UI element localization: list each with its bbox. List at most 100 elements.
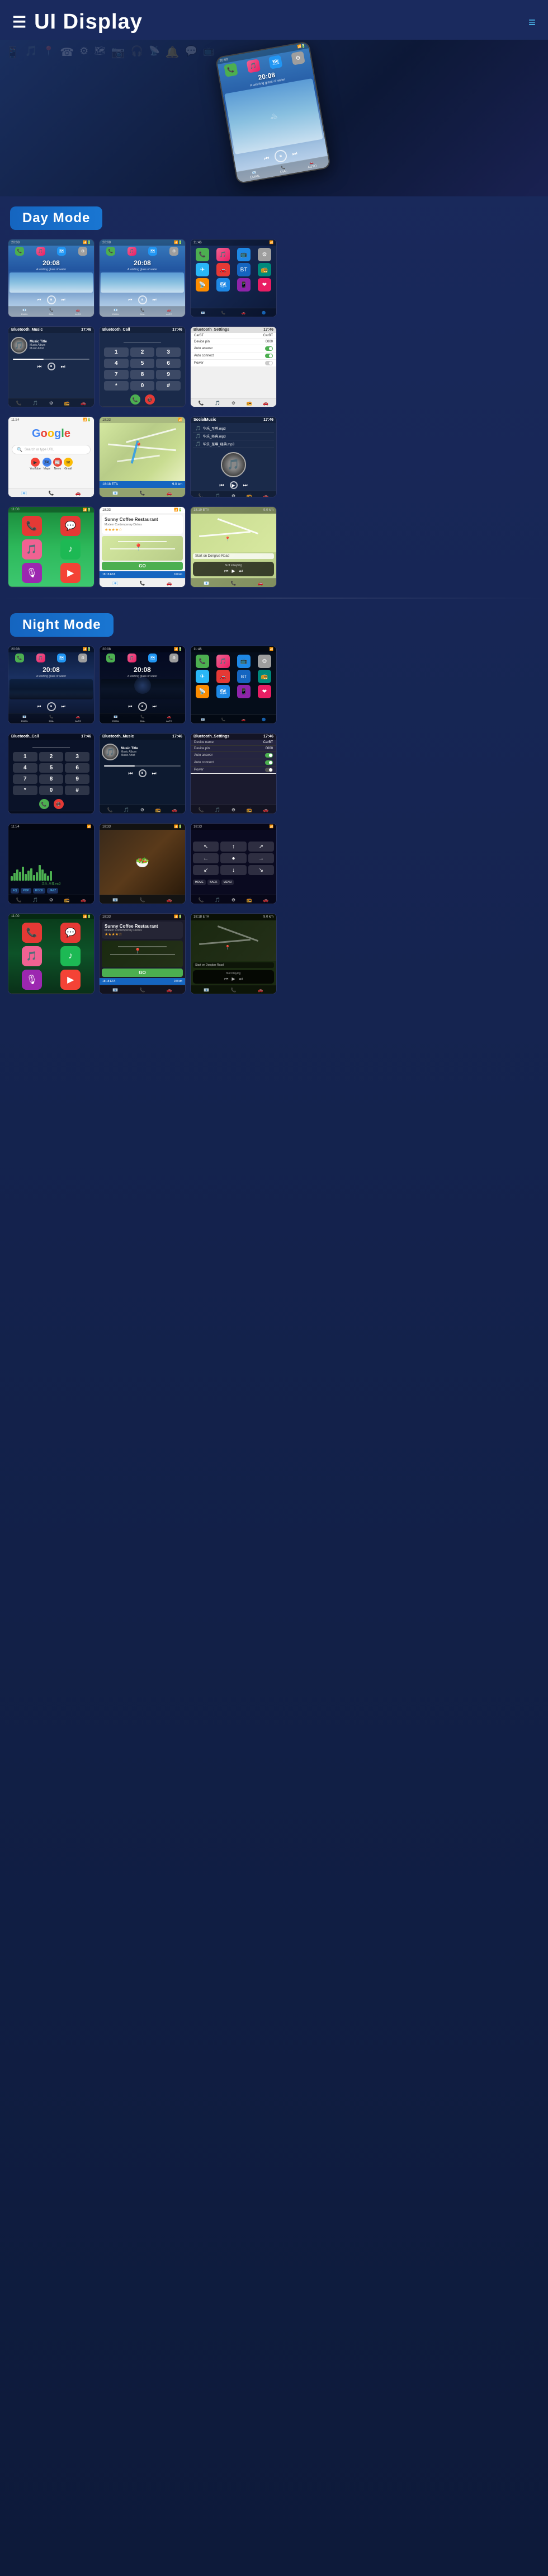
dm2-play[interactable]: ⏸ [138,295,147,304]
dm1-nav-email[interactable]: 📧EMAIL [21,308,28,316]
sc-nav1[interactable]: 📧 [112,581,118,586]
nm1-phone[interactable]: 📞 [15,654,24,662]
social-next[interactable]: ⏭ [243,482,248,488]
nbc-5[interactable]: 5 [39,763,64,773]
dm1-prev[interactable]: ⏮ [37,297,41,303]
social-play[interactable]: ▶ [230,481,238,489]
dk-0[interactable]: 0 [130,381,155,391]
sc-nav2[interactable]: 📞 [140,581,145,586]
bts-nav1[interactable]: 📞 [199,401,204,406]
dk-7[interactable]: 7 [104,370,129,379]
dk-8[interactable]: 8 [130,370,155,379]
cpa-youtube-icon[interactable]: ▶ [60,563,81,583]
nna-up[interactable]: ↑ [220,842,246,852]
day-bt-call[interactable]: Bluetooth_Call 17:46 __________ 1 2 3 4 … [99,326,186,407]
social-prev[interactable]: ⏮ [219,482,224,488]
nm2-play[interactable]: ⏸ [138,702,147,711]
nh-icon-bt[interactable]: BT [237,670,251,683]
np-next[interactable]: ⏭ [239,568,243,574]
nbc-6[interactable]: 6 [65,763,89,773]
nw-btn-1[interactable]: EQ [11,888,19,894]
day-bt-settings[interactable]: Bluetooth_Settings 17:46 CarBT CarBT Dev… [190,326,277,407]
bt-music-nav4[interactable]: 📻 [64,401,70,406]
nh-nav2[interactable]: 📞 [221,718,225,722]
nm1-nav2[interactable]: 📞DIAL [49,715,54,722]
nna-right[interactable]: → [248,853,274,863]
night-bt-music[interactable]: Bluetooth_Music 17:46 🎵 Music Title Musi… [99,733,186,814]
nh-icon-wifi[interactable]: 📡 [196,685,209,698]
nbm-nav3[interactable]: ⚙ [140,807,144,812]
hamburger-icon[interactable]: ≡ [528,15,536,30]
dh-icon-maps[interactable]: 🗺 [216,278,230,292]
bt-next[interactable]: ⏭ [61,364,65,370]
day-sunny-coffee[interactable]: 18:33 📶🔋 Sunny Coffee Restaurant Modern … [99,506,186,587]
nbc-3[interactable]: 3 [65,752,89,761]
nca-podcast-icon[interactable]: 🎙 [22,970,42,990]
nm1-nav[interactable]: 🗺 [57,654,66,662]
nca-spotify-icon[interactable]: ♪ [60,946,81,966]
nbs-nav1[interactable]: 📞 [199,807,204,812]
night-waveform[interactable]: 11:54 📶 [8,823,95,904]
dh-icon-wifi[interactable]: 📡 [196,278,209,292]
cpa-spotify-icon[interactable]: ♪ [60,539,81,560]
nw-nav1[interactable]: 📞 [16,897,22,902]
g-shortcut-gmail[interactable]: ✉ Gmail [64,458,73,471]
nbs-auto-connect[interactable]: Auto connect [191,759,276,767]
nna-nav1[interactable]: 📞 [199,897,204,902]
social-music-item-3[interactable]: 🎵 华乐_至尊_经典.mp3 [193,440,274,448]
dh-icon-music[interactable]: 🎵 [216,248,230,261]
ns-nav2[interactable]: 📞 [140,897,145,902]
dm2-nav[interactable]: 🗺 [148,247,157,256]
bt-music-progress[interactable] [13,359,89,360]
nbm-next[interactable]: ⏭ [152,770,157,777]
dh-icon-telegram[interactable]: ✈ [196,263,209,276]
social-music-item-1[interactable]: 🎵 华乐_至尊.mp3 [193,425,274,433]
nbc-call-btn[interactable]: 📞 [39,799,49,809]
nna-center[interactable]: ● [220,853,246,863]
settings-auto-answer[interactable]: Auto answer [191,345,276,352]
night-home-screen[interactable]: 11:46 📶 📞 🎵 📺 ⚙ ✈ 🚗 BT 📻 📡 🗺 📱 ❤ 📧 📞 [190,646,277,724]
night-bt-call[interactable]: Bluetooth_Call 17:46 __________ 1 2 3 4 … [8,733,95,814]
nca-phone-icon[interactable]: 📞 [22,923,42,943]
dm1-nav-dial[interactable]: 📞DIAL [49,308,54,316]
nbc-2[interactable]: 2 [39,752,64,761]
bt-music-nav2[interactable]: 🎵 [32,401,38,406]
google-search-bar[interactable]: 🔍 Search or type URL [12,445,91,454]
dh-icon-purple[interactable]: 📱 [237,278,251,292]
day-carplay-nav[interactable]: 18:19 ETA 9.0 km 📍 Start on Donglue Road… [190,506,277,587]
g-shortcut-youtube[interactable]: ▶ YouTube [30,458,41,471]
night-scene-screen[interactable]: 18:33 📶🔋 🥗 📧 📞 🚗 [99,823,186,904]
bts-nav3[interactable]: ⚙ [232,401,235,406]
call-btn[interactable]: 📞 [130,394,140,405]
nh-icon-purple[interactable]: 📱 [237,685,251,698]
nw-nav2[interactable]: 🎵 [32,897,38,902]
day-google-screen[interactable]: 11:54 📶🔋 Google 🔍 Search or type URL ▶ Y… [8,416,95,497]
nm2-nav[interactable]: 🗺 [148,654,157,662]
nna-up-right[interactable]: ↗ [248,842,274,852]
night-sunny-coffee[interactable]: 18:33 📶🔋 Sunny Coffee Restaurant Modern … [99,913,186,994]
dm1-nav-auto[interactable]: 🚗AUTO [75,308,81,316]
nbm-nav2[interactable]: 🎵 [124,807,129,812]
nbs-nav4[interactable]: 📻 [247,807,252,812]
nh-icon-music[interactable]: 🎵 [216,655,230,668]
dm2-nav-auto[interactable]: 🚗AUTO [166,308,172,316]
dh-icon-phone[interactable]: 📞 [196,248,209,261]
cp-nav3[interactable]: 🚗 [258,581,263,586]
nh-nav4[interactable]: 🔵 [262,718,266,722]
nsc-nav2[interactable]: 📞 [140,988,145,993]
nbm-nav4[interactable]: 📻 [155,807,161,812]
nm1-music[interactable]: 🎵 [36,654,45,662]
nm1-settings[interactable]: ⚙ [78,654,87,662]
nm1-next[interactable]: ⏭ [62,704,65,709]
cpa-msg-icon[interactable]: 💬 [60,516,81,536]
dh-nav-bt[interactable]: 🔵 [262,311,266,315]
nh-icon-pink[interactable]: ❤ [258,685,271,698]
soc-nav2[interactable]: 🎵 [215,493,220,497]
cpa-podcast-icon[interactable]: 🎙 [22,563,42,583]
soc-nav1[interactable]: 📞 [199,493,204,497]
nh-icon-media[interactable]: 📺 [237,655,251,668]
nna-btn-3[interactable]: MENU [221,880,234,885]
ncn-nav3[interactable]: 🚗 [258,988,263,993]
nca-msg-icon[interactable]: 💬 [60,923,81,943]
night-music-2[interactable]: 20:08 📶🔋 📞 🎵 🗺 ⚙ 20:08 A wishing glass o… [99,646,186,724]
